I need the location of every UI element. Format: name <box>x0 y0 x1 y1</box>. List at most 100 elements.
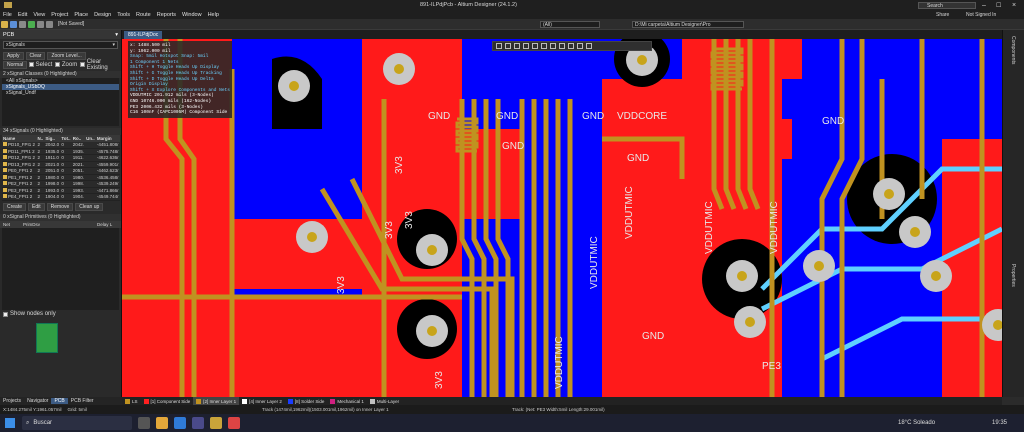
minimize-icon[interactable]: – <box>982 2 986 9</box>
weather-widget[interactable]: 18°C Soleado <box>898 420 935 426</box>
layer-tab[interactable]: [4] Inner Layer 2 <box>239 397 285 405</box>
tab-pcb[interactable]: PCB <box>51 398 68 404</box>
layer-tab-active[interactable]: [2] Inner Layer 1 <box>193 397 240 405</box>
table-row[interactable]: PD11_FPI1 2 2 1935.0 0 1935. -4575.748r <box>2 148 120 155</box>
column-header[interactable]: N.. <box>36 135 45 142</box>
save-icon[interactable] <box>10 20 17 28</box>
table-row[interactable]: PE3_FPI1 2 2 1993.0 0 1993. -4471.866r <box>2 187 120 194</box>
tab-pcb-filter[interactable]: PCB Filter <box>68 398 97 404</box>
layer-tab[interactable]: Mechanical 1 <box>327 397 367 405</box>
taskbar-search-label: Buscar <box>33 420 53 426</box>
show-nodes-checkbox[interactable] <box>3 311 8 317</box>
zoom-icon[interactable] <box>28 20 35 28</box>
column-header[interactable]: PrimDsv <box>23 222 97 227</box>
edge-icon[interactable] <box>174 417 186 429</box>
store-icon[interactable] <box>192 417 204 429</box>
properties-tab[interactable]: Properties <box>1010 264 1016 287</box>
column-header[interactable]: Delay L <box>97 222 112 227</box>
text-icon[interactable] <box>577 43 583 49</box>
account-button[interactable]: Not Signed In <box>966 12 996 18</box>
select-icon[interactable] <box>514 43 520 49</box>
menu-reports[interactable]: Reports <box>154 12 179 18</box>
table-row[interactable]: PE0_FPI1 2 2 2051.0 0 2051. -4462.623r <box>2 167 120 175</box>
close-icon[interactable]: × <box>1012 2 1016 9</box>
table-cell: 0 <box>60 193 72 201</box>
pcb-canvas[interactable]: GND 3V3 GND GND GND VDDCORE VDDUTMIC 3V3… <box>122 39 1002 397</box>
diff-pair-icon[interactable] <box>550 43 556 49</box>
menu-view[interactable]: View <box>30 12 48 18</box>
altium-icon[interactable] <box>210 417 222 429</box>
board-thumbnail[interactable] <box>36 322 58 353</box>
redo-icon[interactable] <box>46 20 53 28</box>
column-header[interactable]: Un.. <box>85 135 96 142</box>
signals-table: Name N.. Sig.. Tot.. Ro.. Un.. Margin PD… <box>2 135 120 201</box>
menu-help[interactable]: Help <box>205 12 222 18</box>
menu-place[interactable]: Place <box>71 12 91 18</box>
menu-tools[interactable]: Tools <box>114 12 133 18</box>
layer-tab[interactable]: [8] Solder Side <box>285 397 328 405</box>
share-button[interactable]: Share <box>936 12 949 18</box>
table-row[interactable]: PD13_FPI1 2 2 2021.0 0 2021. -4559.901r <box>2 161 120 168</box>
undo-icon[interactable] <box>37 20 44 28</box>
apply-button[interactable]: Apply <box>3 51 24 60</box>
tab-navigator[interactable]: Navigator <box>24 398 51 404</box>
menu-window[interactable]: Window <box>179 12 205 18</box>
zoom-level-button[interactable]: Zoom Level... <box>47 51 86 60</box>
column-header[interactable]: Net <box>3 222 23 227</box>
taskbar-search[interactable]: ⌕ Buscar <box>22 416 132 430</box>
pcb-drawing[interactable]: GND 3V3 GND GND GND VDDCORE VDDUTMIC 3V3… <box>122 39 1002 397</box>
table-row[interactable]: PD12_FPI1 2 2 1911.0 0 1911. -4622.636r <box>2 154 120 162</box>
place-component-icon[interactable] <box>532 43 538 49</box>
open-icon[interactable] <box>1 20 8 28</box>
layer-tab[interactable]: [1] Component Side <box>141 397 194 405</box>
remove-button[interactable]: Remove <box>46 203 74 211</box>
filter-icon[interactable] <box>496 43 502 49</box>
clear-button[interactable]: Clear <box>25 51 46 60</box>
search-input[interactable]: Search <box>918 1 976 9</box>
list-item[interactable]: xSignal_Undf <box>2 90 119 96</box>
menu-project[interactable]: Project <box>48 12 71 18</box>
file-explorer-icon[interactable] <box>156 417 168 429</box>
document-tab[interactable]: 891-ILPdjDoc <box>124 31 163 39</box>
zoom-checkbox[interactable] <box>55 62 60 67</box>
mode-select[interactable]: xSignals ▾ <box>3 41 118 49</box>
edit-button[interactable]: Edit <box>28 203 45 211</box>
menu-route[interactable]: Route <box>133 12 154 18</box>
layer-tab[interactable]: LS <box>122 397 141 405</box>
create-button[interactable]: Create <box>3 203 27 211</box>
column-header[interactable]: Tot.. <box>60 135 72 142</box>
chrome-icon[interactable] <box>228 417 240 429</box>
table-cell: 2021.0 <box>44 161 61 168</box>
dimension-icon[interactable] <box>568 43 574 49</box>
net-label: 3V3 <box>434 371 445 389</box>
task-view-icon[interactable] <box>138 417 150 429</box>
fill-icon[interactable] <box>559 43 565 49</box>
panel-menu-icon[interactable]: ▾ <box>115 32 118 38</box>
move-icon[interactable] <box>505 43 511 49</box>
table-cell: PE3_FPI1 2 <box>2 187 37 194</box>
maximize-icon[interactable]: ☐ <box>996 2 1001 9</box>
line-icon[interactable] <box>586 43 592 49</box>
tab-projects[interactable]: Projects <box>0 398 24 404</box>
components-tab[interactable]: Components <box>1010 36 1016 64</box>
table-row[interactable]: PE4_FPI1 2 2 1904.0 0 1904. -4549.744r <box>2 193 120 201</box>
clean-up-button[interactable]: Clean up <box>75 203 104 211</box>
print-icon[interactable] <box>19 20 26 28</box>
clear-existing-checkbox[interactable] <box>80 62 85 67</box>
menu-file[interactable]: File <box>0 12 15 18</box>
menu-design[interactable]: Design <box>91 12 114 18</box>
clock[interactable]: 19:35 <box>992 420 1007 426</box>
table-row[interactable]: PE1_FPI1 2 2 1980.0 0 1980. -4536.458r <box>2 174 120 181</box>
start-icon[interactable] <box>5 418 15 428</box>
view-mode-select[interactable]: Normal <box>3 60 28 69</box>
select-checkbox[interactable] <box>29 62 34 67</box>
route-icon[interactable] <box>541 43 547 49</box>
menu-edit[interactable]: Edit <box>15 12 30 18</box>
layer-tab[interactable]: Multi-Layer <box>367 397 402 405</box>
align-icon[interactable] <box>523 43 529 49</box>
filter-select[interactable]: (All) <box>540 20 600 28</box>
net-label: GND <box>502 141 524 152</box>
path-field[interactable]: D:\Mi carpeta\Altium Designer\Pro <box>632 20 744 28</box>
panel-header: PCB ▾ <box>0 30 121 39</box>
table-row[interactable]: PE2_FPI1 2 2 1998.0 0 1998. -4539.249r <box>2 180 120 188</box>
